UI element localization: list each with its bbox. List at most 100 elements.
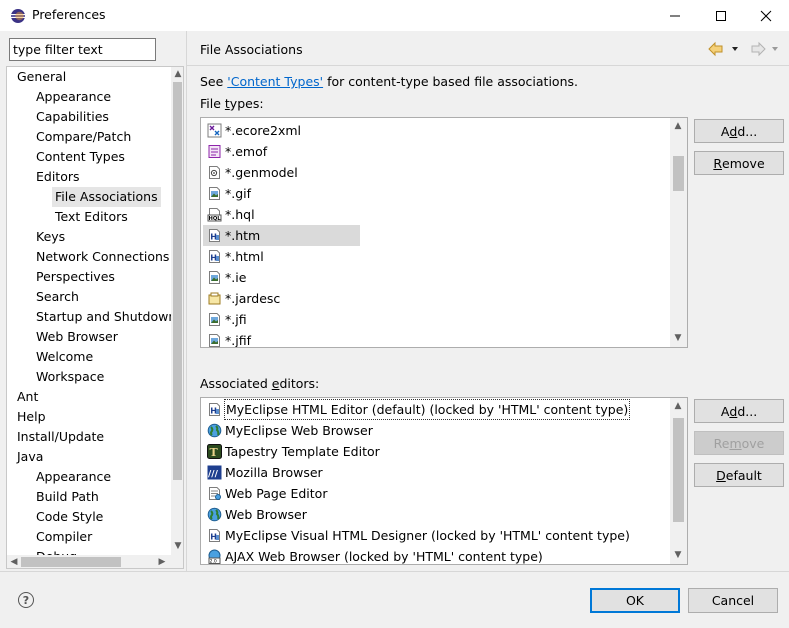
back-icon[interactable] [708, 41, 723, 57]
editor-label: Web Browser [225, 507, 307, 522]
remove-editor-button[interactable]: Re m ove [694, 431, 784, 455]
scroll-down-icon[interactable]: ▼ [172, 540, 183, 552]
file-type-label: *.gif [225, 186, 252, 201]
file-type-row[interactable]: H *.htm [203, 225, 360, 246]
tree-item[interactable]: Startup and Shutdown [33, 307, 171, 327]
tree-item[interactable]: Perspectives [33, 267, 118, 287]
tree-item[interactable]: Content Types [33, 147, 128, 167]
tree-item[interactable]: Appearance [33, 467, 114, 487]
back-menu-chevron-icon[interactable] [732, 47, 738, 51]
file-types-label: File types: [200, 96, 264, 111]
mnemonic: D [716, 467, 726, 483]
image-file-icon [207, 333, 222, 347]
tree-item[interactable]: Network Connections [33, 247, 171, 267]
tree-item[interactable]: Java [14, 447, 46, 467]
scroll-up-icon[interactable]: ▲ [672, 120, 684, 132]
forward-menu-chevron-icon[interactable] [772, 47, 778, 51]
file-type-label: *.htm [225, 228, 261, 243]
tree-item[interactable]: Debug [33, 547, 80, 555]
scroll-right-icon[interactable]: ▶ [156, 556, 168, 568]
remove-file-type-button[interactable]: Remove [694, 151, 784, 175]
tree-item[interactable]: Appearance [33, 87, 114, 107]
add-editor-button[interactable]: Ad d... [694, 399, 784, 423]
scroll-down-icon[interactable]: ▼ [672, 549, 684, 561]
filter-input[interactable]: type filter text [9, 38, 156, 61]
close-icon [760, 10, 772, 21]
file-types-list[interactable]: *.ecore2xml *.emof *.genmodel *.gif HQL *.hql… [200, 117, 688, 348]
help-icon[interactable]: ? [18, 592, 34, 608]
editors-scroll-thumb[interactable] [673, 418, 684, 522]
image-file-icon [207, 270, 222, 285]
tree-item[interactable]: Code Style [33, 507, 106, 527]
editor-label: Tapestry Template Editor [225, 444, 380, 459]
scroll-up-icon[interactable]: ▲ [672, 400, 684, 412]
forward-icon[interactable] [751, 41, 766, 57]
html-editor-icon: H [207, 402, 222, 417]
tree-item[interactable]: Install/Update [14, 427, 107, 447]
label-part: Associated [200, 376, 272, 391]
tree-item[interactable]: Editors [33, 167, 83, 187]
html-file-icon: H [207, 249, 222, 264]
hql-file-icon: HQL [207, 207, 222, 222]
tree-item[interactable]: Keys [33, 227, 68, 247]
content-types-link[interactable]: 'Content Types' [227, 74, 323, 89]
tree-item[interactable]: Workspace [33, 367, 107, 387]
label-part: efault [725, 467, 762, 483]
tree-vertical-scroll-thumb[interactable] [173, 82, 182, 480]
footer-separator [0, 571, 789, 572]
tree-item[interactable]: Ant [14, 387, 41, 407]
tree-item[interactable]: Compare/Patch [33, 127, 134, 147]
editors-scrollbar[interactable]: ▲ ▼ [670, 398, 687, 564]
svg-text:H: H [210, 407, 217, 416]
default-editor-button[interactable]: Default [694, 463, 784, 487]
maximize-button[interactable] [698, 0, 744, 31]
tree-item[interactable]: Text Editors [52, 207, 131, 227]
mnemonic: d [729, 123, 738, 139]
scroll-down-icon[interactable]: ▼ [672, 332, 684, 344]
pane-divider[interactable] [186, 31, 187, 571]
mnemonic: R [713, 155, 723, 171]
image-file-icon [207, 312, 222, 327]
scroll-left-icon[interactable]: ◀ [8, 556, 20, 568]
file-type-label: *.jfi [225, 312, 247, 327]
tree-item[interactable]: Welcome [33, 347, 96, 367]
tree-item[interactable]: Build Path [33, 487, 102, 507]
genmodel-file-icon [207, 165, 222, 180]
mozilla-icon: /// [207, 465, 222, 480]
editor-label: MyEclipse Web Browser [225, 423, 373, 438]
tree-item[interactable]: General [14, 67, 69, 87]
tree-item[interactable]: Capabilities [33, 107, 112, 127]
preferences-tree[interactable]: General Appearance Capabilities Compare/Pat… [6, 66, 184, 569]
minimize-button[interactable] [652, 0, 698, 31]
mnemonic: d [729, 403, 738, 419]
tree-item[interactable]: File Associations [52, 187, 161, 207]
close-button[interactable] [743, 0, 789, 31]
tree-item[interactable]: Help [14, 407, 49, 427]
file-type-label: *.ecore2xml [225, 123, 301, 138]
globe-icon [207, 507, 222, 522]
image-file-icon [207, 186, 222, 201]
tree-horizontal-scroll-thumb[interactable] [21, 557, 121, 567]
add-file-type-button[interactable]: Ad d... [694, 119, 784, 143]
window-title: Preferences [32, 7, 106, 22]
tree-item[interactable]: Search [33, 287, 82, 307]
scroll-up-icon[interactable]: ▲ [172, 68, 183, 80]
history-navigation [708, 41, 778, 57]
label-part: A [720, 403, 730, 419]
file-types-scroll-thumb[interactable] [673, 156, 684, 191]
label-part: A [720, 123, 730, 139]
mnemonic: m [729, 435, 742, 451]
hint-prefix: See [200, 74, 228, 89]
file-type-label: *.genmodel [225, 165, 298, 180]
ok-button[interactable]: OK [590, 588, 680, 613]
label-part: ypes: [229, 96, 264, 111]
tree-item[interactable]: Compiler [33, 527, 95, 547]
label-part: ove [741, 435, 765, 451]
file-types-scrollbar[interactable]: ▲ ▼ [670, 118, 687, 347]
cancel-button[interactable]: Cancel [688, 588, 778, 613]
associated-editors-list[interactable]: H MyEclipse HTML Editor (default) (locked… [200, 397, 688, 565]
tree-item[interactable]: Web Browser [33, 327, 121, 347]
file-type-label: *.html [225, 249, 264, 264]
tapestry-icon: T [207, 444, 222, 459]
ajax-browser-icon: 2.0 [207, 549, 222, 564]
